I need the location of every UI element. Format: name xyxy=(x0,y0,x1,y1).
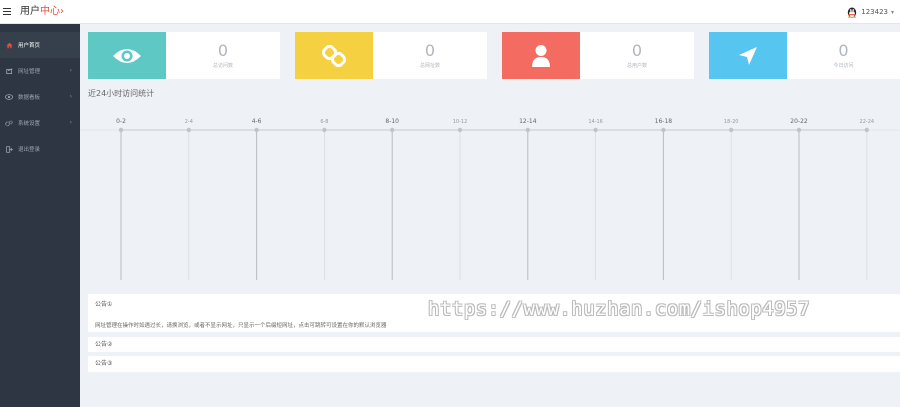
stat-card-total-users: 0 总用户数 xyxy=(502,32,694,79)
sidebar-item-settings[interactable]: 系统设置 › xyxy=(0,110,80,136)
stat-card-info: 0 总访问数 xyxy=(166,32,280,79)
sidebar-item-label: 网址管理 xyxy=(18,69,41,75)
stat-card-total-links: 0 总网址数 xyxy=(295,32,487,79)
stat-label: 总用户数 xyxy=(626,63,647,69)
stat-value: 0 xyxy=(631,41,643,60)
sidebar-item-home[interactable]: 用户首页 xyxy=(0,32,80,58)
user-menu[interactable]: 123423 ▾ xyxy=(846,0,894,24)
chart-tick-label: 8-10 xyxy=(385,118,399,125)
home-icon xyxy=(5,41,13,49)
chart-data-point[interactable] xyxy=(186,127,191,133)
chart-tick-label: 22-24 xyxy=(860,119,875,125)
visits-chart: 0-2 2-4 4-6 6-8 8-10 10-12 12-14 14-16 16-18 18-2… xyxy=(80,100,900,290)
gear-icon xyxy=(5,119,13,127)
location-arrow-icon xyxy=(739,46,757,65)
chart-data-point[interactable] xyxy=(390,127,395,133)
chart-tick-label: 0-2 xyxy=(116,118,126,125)
watermark-text: https://www.huzhan.com/ishop4957 xyxy=(428,298,811,320)
stat-value: 0 xyxy=(424,41,436,60)
stat-card-today-visits: 0 今日访问 xyxy=(709,32,900,79)
link-icon xyxy=(5,67,13,75)
visits-chart-svg: 0-2 2-4 4-6 6-8 8-10 10-12 12-14 14-16 16-18 18-2… xyxy=(80,118,900,280)
chevron-right-icon: › xyxy=(69,67,72,74)
app-title-main: 用户 xyxy=(20,5,40,17)
chart-data-point[interactable] xyxy=(729,127,734,133)
stat-card-info: 0 总网址数 xyxy=(373,32,487,79)
stat-value: 0 xyxy=(838,41,849,60)
stat-card-icon-box xyxy=(709,32,787,79)
chart-tick-label: 6-8 xyxy=(320,119,328,125)
chart-data-point[interactable] xyxy=(661,127,666,133)
chart-tick-label: 16-18 xyxy=(655,118,673,125)
user-icon xyxy=(532,44,550,67)
sidebar-item-logout[interactable]: 退出登录 xyxy=(0,136,80,162)
chart-data-point[interactable] xyxy=(593,127,598,133)
chart-tick-label: 2-4 xyxy=(185,119,193,125)
chart-data-point[interactable] xyxy=(322,127,327,133)
chart-tick-label: 10-12 xyxy=(453,119,468,125)
stat-label: 今日访问 xyxy=(833,63,854,69)
notice-body: 网址管理在操作时如遇过长，请换浏览，或者不显示网址，只显示一个后缀短网址，点击可… xyxy=(95,323,387,329)
chart-tick-label: 12-14 xyxy=(519,118,537,125)
sidebar-item-links[interactable]: 网址管理 › xyxy=(0,58,80,84)
stat-value: 0 xyxy=(217,41,229,60)
app-title-suffix: › xyxy=(60,5,64,17)
username: 123423 xyxy=(861,8,888,16)
chart-tick-label: 18-20 xyxy=(724,119,739,125)
chevron-right-icon: › xyxy=(69,119,72,126)
stat-card-info: 0 今日访问 xyxy=(787,32,900,79)
chart-tick-label: 14-16 xyxy=(588,119,603,125)
chart-data-point[interactable] xyxy=(525,127,530,133)
notice-2: 公告② xyxy=(88,337,900,352)
sidebar-item-label: 用户首页 xyxy=(18,43,41,49)
chart-data-point[interactable] xyxy=(457,127,463,133)
qq-avatar-icon xyxy=(848,7,857,18)
link-icon xyxy=(322,44,346,67)
top-bar: 用户中心› 123423 ▾ xyxy=(0,0,900,24)
stat-card-total-visits: 0 总访问数 xyxy=(88,32,280,79)
chart-data-point[interactable] xyxy=(254,127,259,133)
chart-tick-label: 20-22 xyxy=(790,118,808,125)
notice-3: 公告③ xyxy=(88,356,900,372)
sidebar: 用户首页 网址管理 › 数据看板 › 系统设置 › 退出登录 xyxy=(0,24,80,407)
chevron-right-icon: › xyxy=(69,93,72,100)
chart-data-point[interactable] xyxy=(864,127,869,133)
sidebar-item-label: 数据看板 xyxy=(18,95,41,101)
stat-label: 总网址数 xyxy=(419,63,440,69)
stat-card-info: 0 总用户数 xyxy=(580,32,694,79)
notice-title: 公告② xyxy=(95,341,113,348)
chart-data-point[interactable] xyxy=(118,127,124,133)
app-title-accent: 中心 xyxy=(40,5,60,17)
chart-tick-label: 4-6 xyxy=(252,118,262,125)
stat-card-icon-box xyxy=(502,32,580,79)
app-title: 用户中心› xyxy=(20,0,64,24)
stat-card-icon-box xyxy=(88,32,166,79)
stat-label: 总访问数 xyxy=(212,63,233,69)
sidebar-item-label: 退出登录 xyxy=(18,147,41,153)
stat-card-icon-box xyxy=(295,32,373,79)
chevron-down-icon: ▾ xyxy=(890,8,894,16)
eye-icon xyxy=(5,93,13,101)
menu-toggle-icon[interactable] xyxy=(3,0,17,24)
sidebar-item-stats[interactable]: 数据看板 › xyxy=(0,84,80,110)
sidebar-item-label: 系统设置 xyxy=(18,121,41,127)
notice-title: 公告③ xyxy=(95,360,113,367)
chart-data-point[interactable] xyxy=(796,127,802,133)
chart-title: 近24小时访问统计 xyxy=(88,89,155,98)
logout-icon xyxy=(5,145,13,153)
eye-icon xyxy=(113,48,141,63)
